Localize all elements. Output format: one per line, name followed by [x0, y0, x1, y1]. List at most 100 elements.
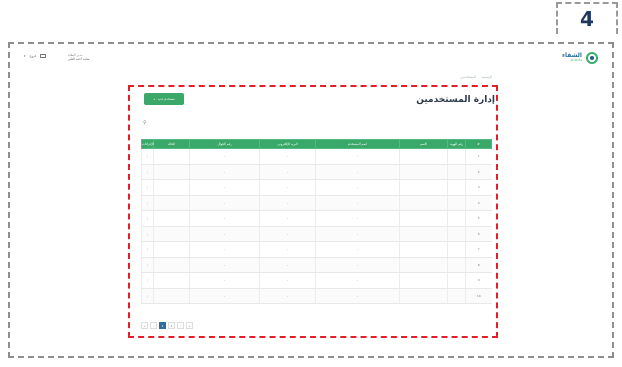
- table-cell: [399, 210, 448, 227]
- table-cell: -: [189, 241, 260, 258]
- row-actions-icon[interactable]: ⋮: [141, 272, 154, 289]
- top-bar: ▾ خروج مدير النظام محمد أحمد العلي الشفا…: [10, 46, 612, 66]
- table-cell: 9: [465, 272, 492, 289]
- table-row[interactable]: ⋮ - - -2: [141, 164, 492, 180]
- table-row[interactable]: ⋮ - - -9: [141, 272, 492, 289]
- table-cell: -: [315, 241, 400, 258]
- table-cell: [399, 164, 448, 180]
- table-cell: -: [315, 226, 400, 242]
- table-cell: -: [259, 148, 316, 165]
- table-cell: [399, 179, 448, 196]
- table-cell: -: [259, 226, 316, 242]
- table-cell: -: [189, 272, 260, 289]
- top-tools: ▾ خروج: [24, 54, 47, 58]
- page-button[interactable]: 2: [168, 322, 175, 329]
- user-info[interactable]: مدير النظام محمد أحمد العلي: [68, 53, 89, 61]
- breadcrumb-current: المستخدمين: [460, 75, 476, 79]
- filter-icon[interactable]: ⚲: [143, 120, 147, 126]
- breadcrumb: المستخدمين الرئيسية: [460, 75, 492, 79]
- table-cell: -: [189, 226, 260, 242]
- grid-icon[interactable]: [40, 54, 47, 58]
- row-actions-icon[interactable]: ⋮: [141, 164, 154, 180]
- table-cell: -: [315, 272, 400, 289]
- table-row[interactable]: ⋮ - - -5: [141, 210, 492, 227]
- table-cell: [153, 195, 190, 211]
- table-cell: [447, 148, 466, 165]
- table-cell: [399, 241, 448, 258]
- table-cell: 10: [465, 288, 492, 304]
- table-cell: [153, 164, 190, 180]
- column-header: الإجراءات: [141, 139, 154, 149]
- table-row[interactable]: ⋮ - - -10: [141, 288, 492, 304]
- table-cell: [447, 179, 466, 196]
- table-cell: [447, 195, 466, 211]
- table-cell: 5: [465, 210, 492, 227]
- table-row[interactable]: ⋮ - - -8: [141, 257, 492, 273]
- table-cell: [153, 288, 190, 304]
- table-cell: [153, 226, 190, 242]
- table-cell: -: [315, 164, 400, 180]
- user-name: محمد أحمد العلي: [68, 57, 90, 61]
- table-cell: [447, 164, 466, 180]
- dropdown-caret-icon[interactable]: ▾: [24, 54, 26, 58]
- page-title: إدارة المستخدمين: [416, 95, 495, 105]
- table-cell: [399, 195, 448, 211]
- step-number-badge: 4: [556, 2, 618, 34]
- row-actions-icon[interactable]: ⋮: [141, 257, 154, 273]
- row-actions-icon[interactable]: ⋮: [141, 241, 154, 258]
- table-cell: [399, 288, 448, 304]
- row-actions-icon[interactable]: ⋮: [141, 179, 154, 196]
- table-cell: [399, 148, 448, 165]
- table-cell: [153, 272, 190, 289]
- column-header: رقم الهوية: [447, 139, 466, 149]
- table-cell: -: [189, 288, 260, 304]
- table-cell: -: [315, 179, 400, 196]
- table-cell: -: [189, 148, 260, 165]
- logout-link[interactable]: خروج: [30, 54, 37, 58]
- table-cell: -: [315, 148, 400, 165]
- table-cell: -: [315, 288, 400, 304]
- table-cell: [447, 241, 466, 258]
- step-number: 4: [580, 7, 594, 31]
- table-cell: -: [315, 210, 400, 227]
- table-cell: [447, 257, 466, 273]
- table-cell: 6: [465, 226, 492, 242]
- row-actions-icon[interactable]: ⋮: [141, 288, 154, 304]
- table-row[interactable]: ⋮ - - -1: [141, 148, 492, 165]
- table-cell: -: [315, 195, 400, 211]
- table-cell: 4: [465, 195, 492, 211]
- table-cell: 7: [465, 241, 492, 258]
- table-cell: 1: [465, 148, 492, 165]
- add-user-button[interactable]: + مستخدم جديد: [144, 93, 184, 105]
- row-actions-icon[interactable]: ⋮: [141, 210, 154, 227]
- page-button[interactable]: ›: [177, 322, 184, 329]
- page-button[interactable]: ‹: [150, 322, 157, 329]
- row-actions-icon[interactable]: ⋮: [141, 148, 154, 165]
- row-actions-icon[interactable]: ⋮: [141, 195, 154, 211]
- table-cell: -: [259, 288, 316, 304]
- brand[interactable]: الشفاء Al-Shifa: [562, 52, 598, 64]
- column-header: رقم الجوال: [189, 139, 260, 149]
- column-header: اسم المستخدم: [315, 139, 400, 149]
- row-actions-icon[interactable]: ⋮: [141, 226, 154, 242]
- table-cell: [447, 226, 466, 242]
- table-cell: -: [189, 179, 260, 196]
- table-row[interactable]: ⋮ - - -3: [141, 179, 492, 196]
- column-header: الاسم: [399, 139, 448, 149]
- page-button[interactable]: 1: [159, 322, 166, 329]
- table-row[interactable]: ⋮ - - -4: [141, 195, 492, 211]
- column-header: #: [465, 139, 492, 149]
- table-cell: 3: [465, 179, 492, 196]
- brand-text: الشفاء Al-Shifa: [562, 53, 582, 63]
- table-cell: 8: [465, 257, 492, 273]
- table-cell: [399, 257, 448, 273]
- plus-icon: +: [153, 97, 156, 101]
- page-button[interactable]: »: [186, 322, 193, 329]
- table-cell: [153, 257, 190, 273]
- table-cell: [153, 241, 190, 258]
- breadcrumb-home[interactable]: الرئيسية: [482, 75, 492, 79]
- page-button[interactable]: «: [141, 322, 148, 329]
- users-table: الإجراءات الحالة رقم الجوال البريد الإلكترو…: [141, 139, 492, 304]
- table-row[interactable]: ⋮ - - -7: [141, 241, 492, 258]
- table-row[interactable]: ⋮ - - -6: [141, 226, 492, 242]
